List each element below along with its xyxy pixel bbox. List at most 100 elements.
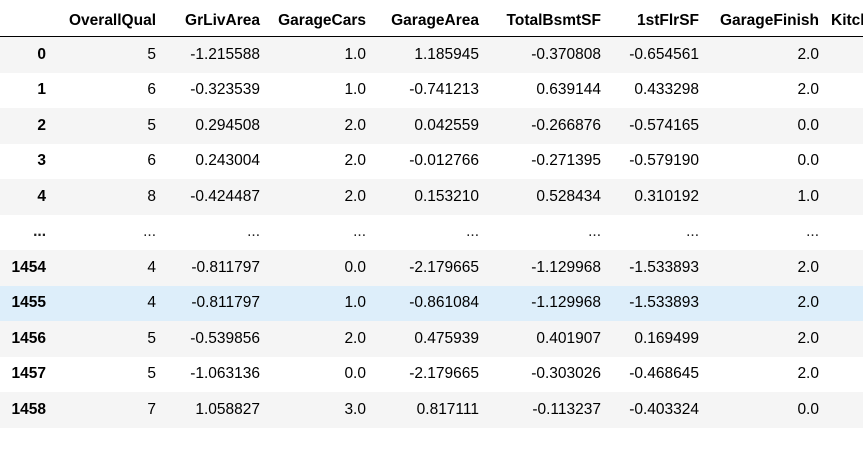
table-cell: ...: [686, 223, 699, 241]
table-cell: -1.215588: [190, 45, 260, 63]
table-cell: 1.0: [797, 187, 819, 205]
table-cell: 0.294508: [195, 116, 260, 134]
table-cell: [827, 144, 863, 180]
table-cell: -0.266876: [531, 116, 601, 134]
table-cell: -0.113237: [532, 400, 601, 418]
row-index: 1: [37, 81, 46, 99]
row-index: 1457: [11, 365, 46, 383]
table-cell: -0.323539: [190, 81, 260, 99]
table-cell: 1.0: [344, 294, 366, 312]
table-cell: 5: [147, 116, 156, 134]
table-cell: 1.185945: [414, 45, 479, 63]
table-cell: -1.063136: [190, 365, 260, 383]
table-cell: 0.153210: [414, 187, 479, 205]
table-cell: 2.0: [344, 187, 366, 205]
table-cell: 0.169499: [634, 329, 699, 347]
column-header: GarageCars: [268, 0, 374, 37]
table-cell: [827, 250, 863, 286]
table-cell: 3.0: [344, 400, 366, 418]
table-cell: -0.303026: [531, 365, 601, 383]
table-row: 1458 7 1.058827 3.0 0.817111 -0.113237 -0.4033…: [0, 392, 863, 428]
dataframe-output: OverallQual GrLivArea GarageCars GarageA…: [0, 0, 863, 452]
table-cell: -1.129968: [531, 258, 601, 276]
table-cell: 2.0: [797, 81, 819, 99]
table-cell: 4: [147, 294, 156, 312]
table-cell: [827, 179, 863, 215]
table-cell: 0.0: [797, 400, 819, 418]
index-header: [0, 0, 54, 37]
table-cell: -1.129968: [531, 294, 601, 312]
table-cell: 0.0: [797, 116, 819, 134]
table-cell: 2.0: [797, 258, 819, 276]
table-cell: 0.042559: [414, 116, 479, 134]
column-header: OverallQual: [54, 0, 164, 37]
table-cell: 2.0: [344, 329, 366, 347]
table-cell: 2.0: [797, 294, 819, 312]
table-cell: 0.243004: [195, 152, 260, 170]
row-index: 4: [37, 187, 46, 205]
header-row: OverallQual GrLivArea GarageCars GarageA…: [0, 0, 863, 37]
table-cell: -2.179665: [409, 365, 479, 383]
table-cell: -0.811797: [191, 258, 260, 276]
table-cell: -0.654561: [629, 45, 699, 63]
row-index: 1455: [11, 294, 46, 312]
column-header: GrLivArea: [164, 0, 268, 37]
table-row: 1455 4 -0.811797 1.0 -0.861084 -1.129968 -1.53…: [0, 285, 863, 322]
table-cell: ...: [806, 223, 819, 241]
row-index: 1454: [11, 258, 46, 276]
table-row: 3 6 0.243004 2.0 -0.012766 -0.271395 -0.579190…: [0, 143, 863, 180]
table-cell: 1.058827: [195, 400, 260, 418]
table-cell: 8: [147, 187, 156, 205]
table-cell: 4: [147, 258, 156, 276]
table-cell: 0.0: [344, 258, 366, 276]
table-cell: 2.0: [344, 116, 366, 134]
table-cell: ...: [143, 223, 156, 241]
table-row: 0 5 -1.215588 1.0 1.185945 -0.370808 -0.654561…: [0, 36, 863, 73]
table-cell: 2.0: [797, 365, 819, 383]
table-cell: [827, 215, 863, 251]
table-cell: -1.533893: [629, 294, 699, 312]
table-row: ........................: [0, 214, 863, 251]
row-index: 1456: [11, 329, 46, 347]
table-cell: 0.0: [344, 365, 366, 383]
table-cell: 1.0: [344, 81, 366, 99]
table-cell: 0.401907: [536, 329, 601, 347]
table-cell: -0.579190: [629, 152, 699, 170]
table-cell: -2.179665: [409, 258, 479, 276]
table-cell: 0.433298: [634, 81, 699, 99]
table-cell: -0.741213: [409, 81, 479, 99]
table-cell: ...: [353, 223, 366, 241]
table-cell: 0.639144: [536, 81, 601, 99]
table-cell: ...: [247, 223, 260, 241]
column-header: 1stFlrSF: [609, 0, 707, 37]
table-cell: [827, 357, 863, 393]
table-cell: 0.0: [797, 152, 819, 170]
table-cell: 6: [147, 81, 156, 99]
table-row: 4 8 -0.424487 2.0 0.153210 0.528434 0.310192 1.…: [0, 179, 863, 215]
table-cell: 5: [147, 329, 156, 347]
table-cell: -0.403324: [629, 400, 699, 418]
table-row: 1 6 -0.323539 1.0 -0.741213 0.639144 0.433298 2…: [0, 72, 863, 108]
table-cell: [827, 392, 863, 428]
table-cell: 2.0: [797, 329, 819, 347]
table-row: 1457 5 -1.063136 0.0 -2.179665 -0.303026 -0.46…: [0, 356, 863, 393]
table-cell: 0.475939: [414, 329, 479, 347]
table-cell: -0.424487: [190, 187, 260, 205]
table-cell: 0.310192: [634, 187, 699, 205]
table-cell: [827, 37, 863, 73]
column-header: Kitch: [827, 0, 863, 37]
table-cell: [827, 286, 863, 322]
table-cell: -0.370808: [531, 45, 601, 63]
table-cell: 7: [147, 400, 156, 418]
table-body: 0 5 -1.215588 1.0 1.185945 -0.370808 -0.654561…: [0, 36, 863, 428]
table-cell: -0.539856: [190, 329, 260, 347]
row-index: 2: [37, 116, 46, 134]
table-cell: 2.0: [344, 152, 366, 170]
table-cell: -0.012766: [409, 152, 479, 170]
table-cell: [827, 108, 863, 144]
table-cell: -0.811797: [191, 294, 260, 312]
table-cell: -0.574165: [629, 116, 699, 134]
row-index: 0: [37, 45, 46, 63]
table-row: 2 5 0.294508 2.0 0.042559 -0.266876 -0.574165 0…: [0, 108, 863, 144]
table-cell: 5: [147, 365, 156, 383]
